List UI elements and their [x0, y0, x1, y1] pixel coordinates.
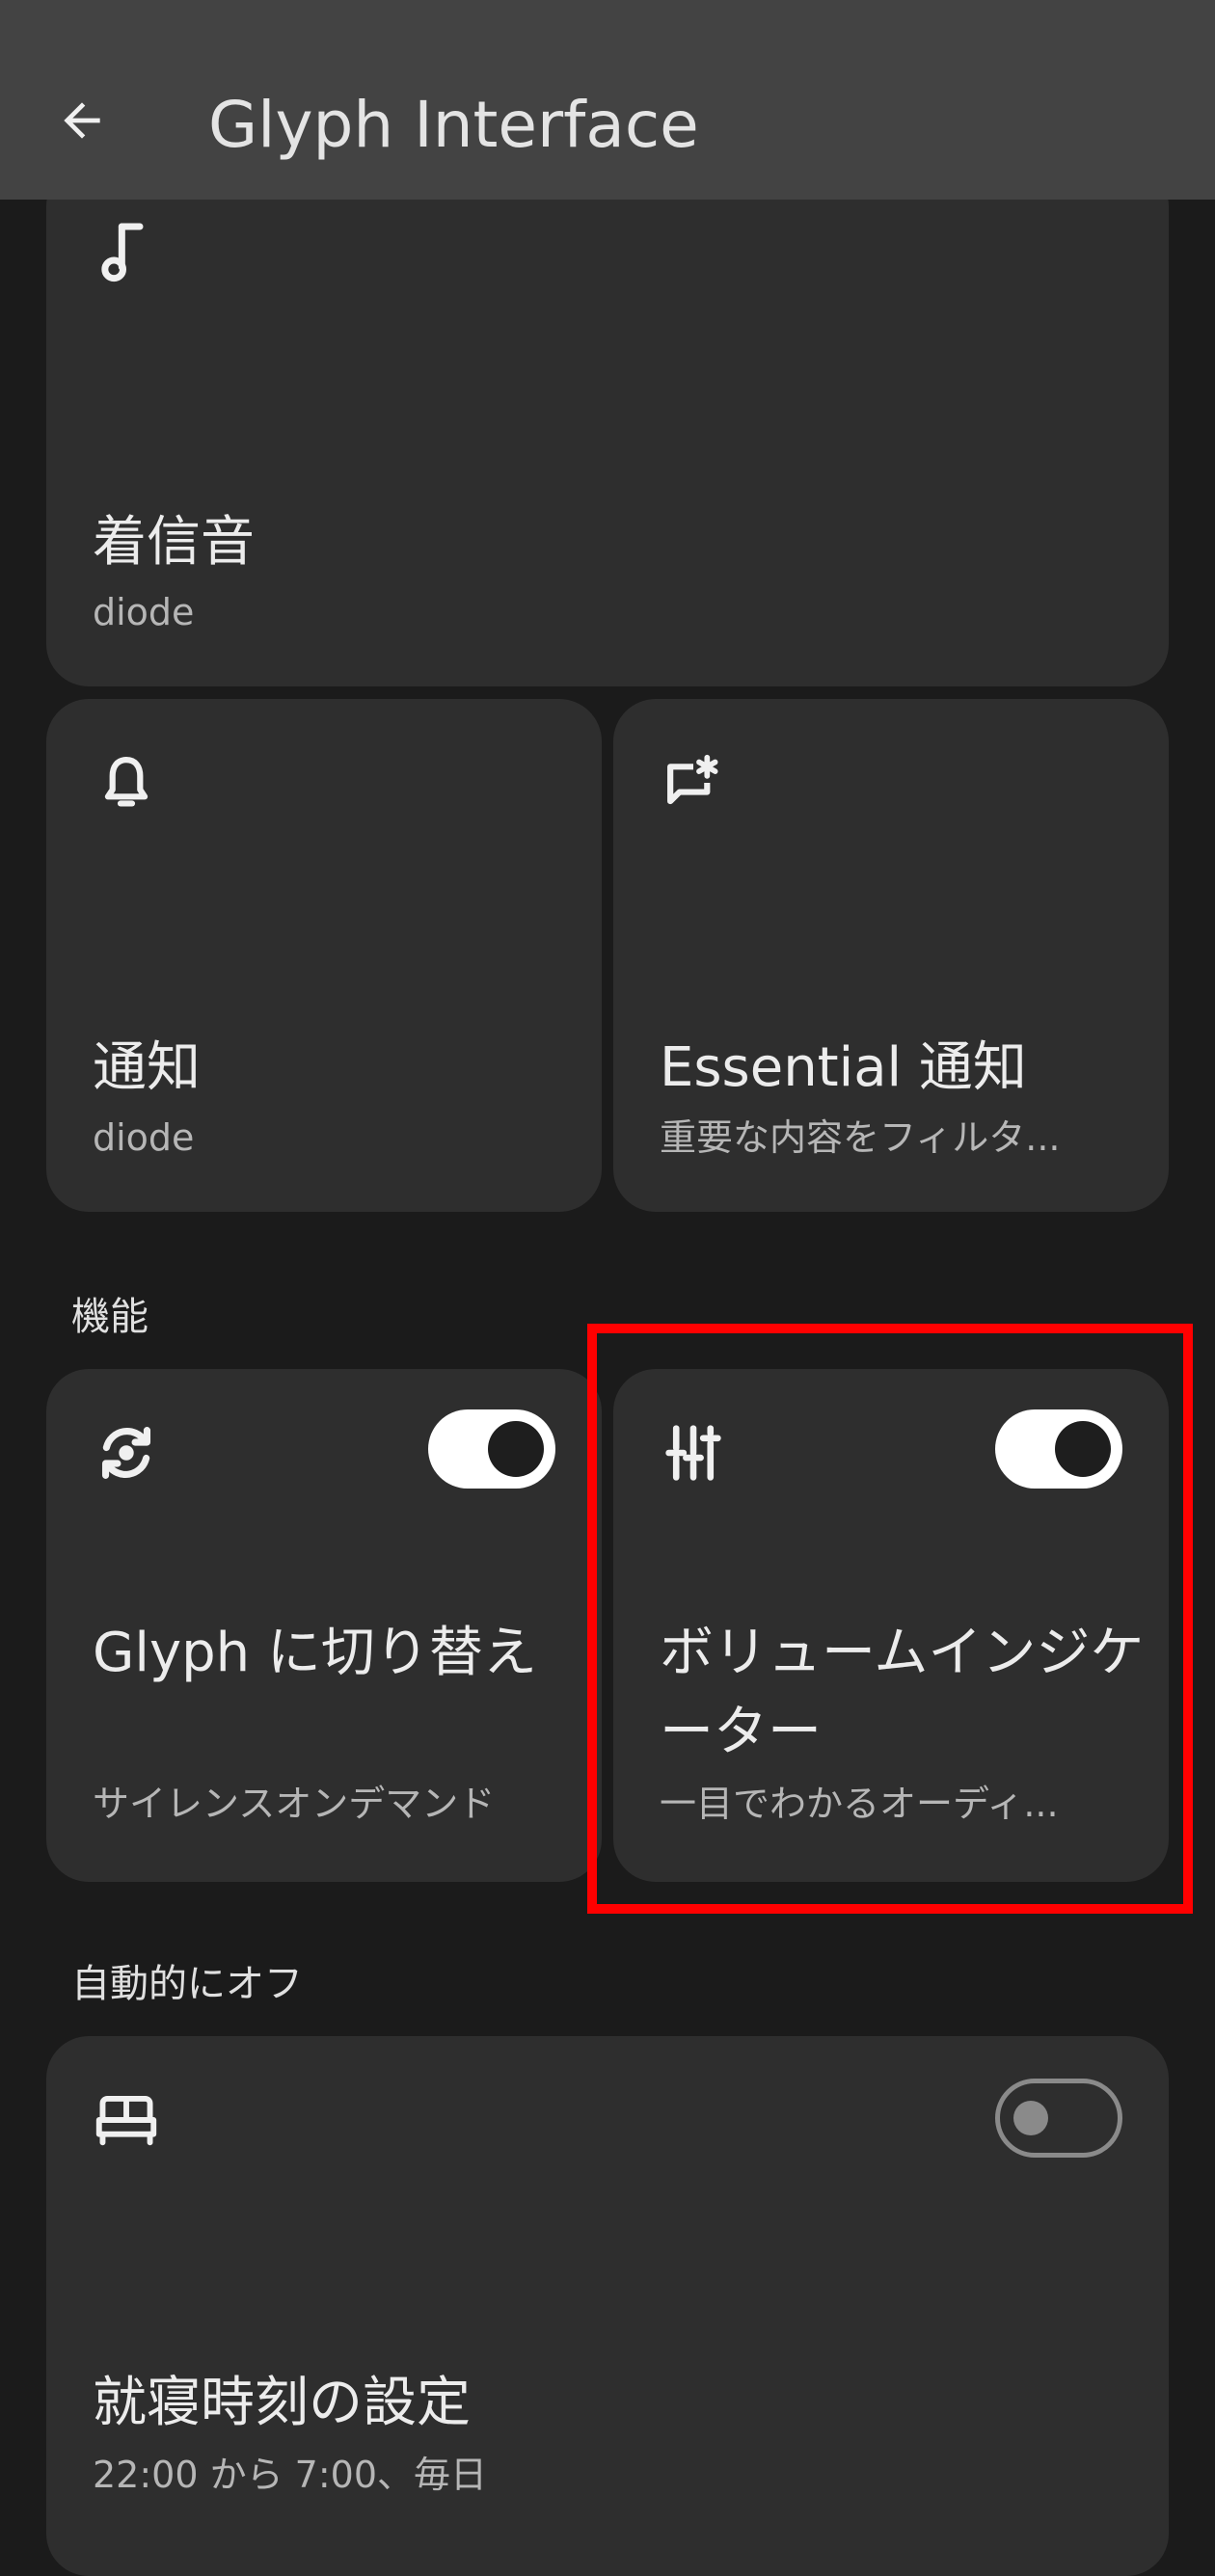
back-button[interactable]	[39, 77, 125, 164]
card-title: Glyph に切り替え	[93, 1622, 537, 1684]
music-note-icon	[93, 220, 160, 287]
highlight-box	[587, 1324, 1193, 1914]
arrow-left-icon	[55, 94, 109, 148]
app-bar: Glyph Interface	[0, 0, 1215, 200]
notification-card[interactable]: 通知 diode	[46, 699, 602, 1212]
glyph-toggle-card[interactable]: Glyph に切り替え サイレンスオンデマンド	[46, 1369, 602, 1882]
chat-star-icon	[660, 749, 727, 817]
essential-notification-card[interactable]: Essential 通知 重要な内容をフィルタ...	[613, 699, 1169, 1212]
section-header-features: 機能	[71, 1295, 148, 1339]
page-title: Glyph Interface	[208, 88, 699, 162]
card-title: Essential 通知	[660, 1036, 1027, 1099]
card-title: 通知	[93, 1036, 201, 1099]
card-subtitle: diode	[93, 1116, 195, 1159]
card-subtitle: 22:00 から 7:00、毎日	[93, 2454, 488, 2496]
bedtime-card[interactable]: 就寝時刻の設定 22:00 から 7:00、毎日	[46, 2036, 1169, 2576]
card-subtitle: 重要な内容をフィルタ...	[660, 1116, 1061, 1159]
toggle-knob	[1013, 2101, 1048, 2135]
card-subtitle: diode	[93, 591, 195, 633]
bedtime-toggle-switch[interactable]	[995, 2079, 1122, 2158]
glyph-toggle-switch[interactable]	[428, 1409, 555, 1489]
toggle-knob	[488, 1421, 544, 1477]
bed-icon	[93, 2086, 160, 2154]
card-subtitle: サイレンスオンデマンド	[93, 1783, 496, 1825]
section-header-auto-off: 自動的にオフ	[71, 1962, 303, 2006]
card-title: 着信音	[93, 511, 255, 574]
card-title: 就寝時刻の設定	[93, 2372, 471, 2434]
ringtone-card[interactable]: 着信音 diode	[46, 164, 1169, 686]
sync-icon	[93, 1419, 160, 1487]
bell-icon	[93, 749, 160, 817]
